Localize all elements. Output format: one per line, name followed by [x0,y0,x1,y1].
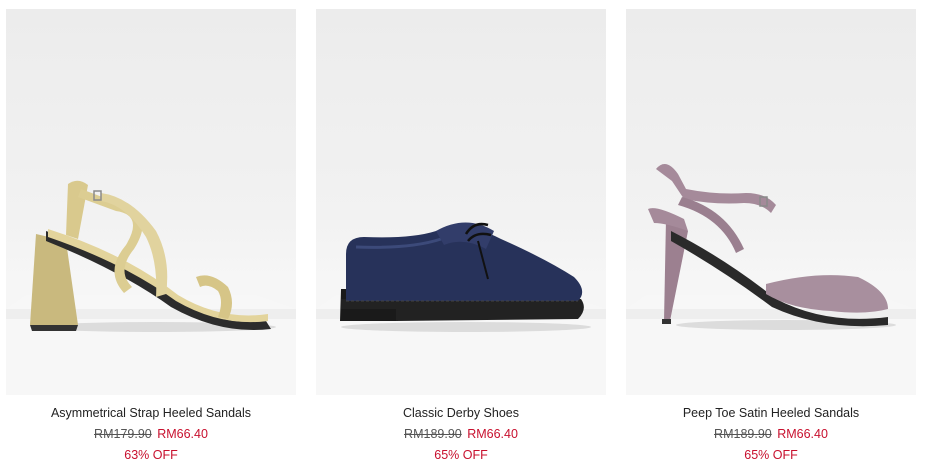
product-card[interactable]: Peep Toe Satin Heeled Sandals RM189.90 R… [626,9,916,469]
discount-badge: 63% OFF [124,448,178,462]
price-row: RM189.90 RM66.40 [316,425,606,443]
price-row: RM179.90 RM66.40 [6,425,296,443]
product-name[interactable]: Peep Toe Satin Heeled Sandals [626,404,916,422]
price-row: RM189.90 RM66.40 [626,425,916,443]
sale-price: RM66.40 [777,427,828,441]
original-price: RM179.90 [94,427,152,441]
discount-badge: 65% OFF [434,448,488,462]
product-grid: Asymmetrical Strap Heeled Sandals RM179.… [0,0,925,469]
product-image[interactable] [626,9,916,395]
discount-badge: 65% OFF [744,448,798,462]
product-card[interactable]: Asymmetrical Strap Heeled Sandals RM179.… [6,9,296,469]
product-name[interactable]: Asymmetrical Strap Heeled Sandals [6,404,296,422]
original-price: RM189.90 [404,427,462,441]
product-name[interactable]: Classic Derby Shoes [316,404,606,422]
original-price: RM189.90 [714,427,772,441]
product-image[interactable] [6,9,296,395]
product-image[interactable] [316,9,606,395]
satin-sandal-image [626,164,916,395]
sandal-gold-image [6,180,296,395]
sale-price: RM66.40 [157,427,208,441]
product-card[interactable]: Classic Derby Shoes RM189.90 RM66.40 65%… [316,9,606,469]
sale-price: RM66.40 [467,427,518,441]
derby-shoe-image [316,222,606,395]
